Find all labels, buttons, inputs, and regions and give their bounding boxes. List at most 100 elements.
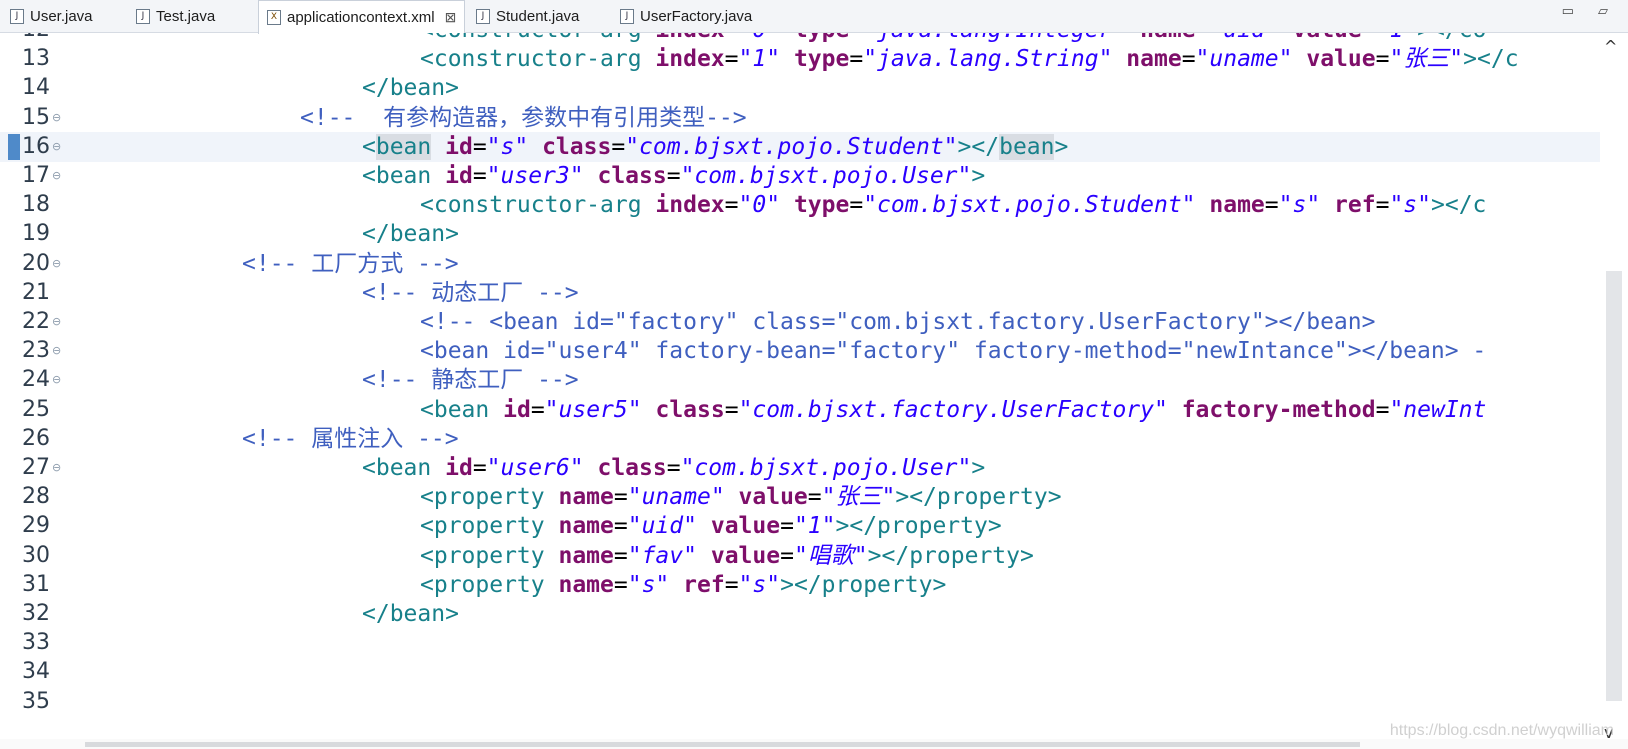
- code-line[interactable]: 15 ⊖ <!-- 有参构造器，参数中有引用类型-->: [0, 103, 1600, 133]
- code-text: <!-- 静态工厂 -->: [362, 367, 579, 394]
- close-icon[interactable]: ⊠: [445, 9, 457, 26]
- line-number: 13: [22, 46, 50, 72]
- line-number: 17: [22, 163, 50, 188]
- code-line[interactable]: 19 </bean>: [0, 219, 1600, 249]
- line-number: 23: [22, 338, 50, 364]
- tab-applicationcontext-xml[interactable]: X applicationcontext.xml ⊠: [258, 0, 466, 34]
- fold-toggle-icon[interactable]: ⊖: [52, 336, 64, 366]
- line-number: 26: [22, 425, 50, 451]
- code-line[interactable]: 35: [0, 687, 1600, 717]
- line-number: 20: [22, 250, 50, 276]
- code-text: </bean>: [362, 75, 459, 102]
- fold-toggle-icon[interactable]: ⊖: [52, 307, 64, 337]
- line-number: 15: [22, 104, 50, 130]
- line-number: 30: [22, 542, 50, 568]
- tab-student-java[interactable]: J Student.java: [476, 0, 579, 32]
- watermark: https://blog.csdn.net/wyqwilliam: [1389, 722, 1614, 739]
- code-line[interactable]: 29 <property name="uid" value="1"></prope…: [0, 511, 1600, 541]
- fold-toggle-icon[interactable]: ⊖: [52, 103, 64, 133]
- code-line[interactable]: 28 <property name="uname" value="张三"></pr…: [0, 482, 1600, 512]
- code-text: <!-- <bean id="factory" class="com.bjsxt…: [420, 309, 1376, 335]
- fold-toggle-icon[interactable]: ⊖: [52, 365, 64, 395]
- code-text: <!-- 动态工厂 -->: [362, 279, 579, 306]
- code-text: <constructor-arg index="0" type="java.la…: [420, 33, 1486, 45]
- java-file-icon: J: [136, 8, 150, 24]
- line-number: 25: [22, 396, 50, 422]
- code-text: <bean id="user4" factory-bean="factory" …: [420, 338, 1487, 365]
- code-text: <property name="s" ref="s"></property>: [420, 571, 947, 598]
- code-text: </bean>: [362, 221, 459, 248]
- code-line[interactable]: 32 </bean>: [0, 599, 1600, 629]
- code-line[interactable]: 16 ⊖ <bean id="s" class="com.bjsxt.pojo.St…: [0, 131, 1600, 162]
- code-text: <bean id="s" class="com.bjsxt.pojo.Stude…: [362, 133, 1069, 160]
- code-text: <!-- 属性注入 -->: [242, 425, 459, 452]
- editor-tab-bar: J User.java J Test.java X applicationcon…: [0, 0, 1628, 34]
- line-number: 29: [22, 513, 50, 539]
- line-number: 32: [22, 601, 50, 626]
- java-file-icon: J: [620, 8, 634, 24]
- line-number: 22: [22, 309, 50, 334]
- code-editor[interactable]: 12 <constructor-arg index="0" type="java.…: [0, 33, 1600, 739]
- code-text: <bean id="user5" class="com.bjsxt.factor…: [420, 396, 1487, 423]
- code-line[interactable]: 22 ⊖ <!-- <bean id="factory" class="com.bj…: [0, 307, 1600, 337]
- code-text: </bean>: [362, 601, 459, 627]
- line-number: 21: [22, 279, 50, 305]
- code-line[interactable]: 33: [0, 628, 1600, 658]
- line-number: 14: [22, 75, 50, 101]
- line-number: 12: [0, 33, 50, 45]
- xml-file-icon: X: [267, 10, 281, 25]
- tab-label: UserFactory.java: [640, 7, 753, 25]
- code-line[interactable]: 12 <constructor-arg index="0" type="java.…: [0, 33, 1600, 45]
- line-number: 35: [22, 688, 50, 714]
- vertical-scrollbar[interactable]: ^ v: [1600, 33, 1628, 742]
- tab-label: Test.java: [156, 7, 216, 25]
- fold-toggle-icon[interactable]: ⊖: [52, 161, 64, 191]
- code-text: <constructor-arg index="0" type="com.bjs…: [420, 192, 1487, 219]
- line-number: 24: [22, 367, 50, 393]
- code-text: <property name="uname" value="张三"></prop…: [420, 484, 1062, 511]
- code-line[interactable]: 21 <!-- 动态工厂 -->: [0, 278, 1600, 308]
- code-line[interactable]: 25 <bean id="user5" class="com.bjsxt.fact…: [0, 395, 1600, 425]
- tab-label: applicationcontext.xml: [287, 9, 435, 26]
- fold-toggle-icon[interactable]: ⊖: [52, 453, 64, 483]
- code-line[interactable]: 23 ⊖ <bean id="user4" factory-bean="factor…: [0, 336, 1600, 366]
- horizontal-scrollbar[interactable]: [0, 739, 1628, 749]
- scroll-up-icon[interactable]: ^: [1604, 37, 1617, 56]
- code-text: <!-- 有参构造器，参数中有引用类型-->: [300, 104, 747, 131]
- code-line[interactable]: 24 ⊖ <!-- 静态工厂 -->: [0, 365, 1600, 395]
- code-line[interactable]: 31 <property name="s" ref="s"></property>: [0, 570, 1600, 600]
- scrollbar-thumb[interactable]: [85, 742, 1360, 747]
- code-text: <constructor-arg index="1" type="java.la…: [420, 46, 1519, 73]
- code-line[interactable]: 27 ⊖ <bean id="user6" class="com.bjsxt.poj…: [0, 453, 1600, 483]
- tab-test-java[interactable]: J Test.java: [136, 0, 215, 32]
- window-buttons[interactable]: ▭ ▱: [1562, 4, 1618, 19]
- code-line[interactable]: 17 ⊖ <bean id="user3" class="com.bjsxt.poj…: [0, 161, 1600, 191]
- tab-userfactory-java[interactable]: J UserFactory.java: [620, 0, 752, 32]
- scrollbar-thumb[interactable]: [1606, 271, 1622, 701]
- java-file-icon: J: [476, 8, 490, 24]
- code-text: <property name="uid" value="1"></propert…: [420, 513, 1002, 540]
- code-line[interactable]: 20 ⊖ <!-- 工厂方式 -->: [0, 249, 1600, 279]
- line-number: 16: [22, 133, 50, 159]
- code-line[interactable]: 34: [0, 657, 1600, 687]
- code-line[interactable]: 14 </bean>: [0, 73, 1600, 103]
- code-text: <bean id="user3" class="com.bjsxt.pojo.U…: [362, 163, 986, 189]
- tab-label: Student.java: [496, 7, 580, 25]
- line-number: 34: [22, 659, 50, 685]
- tab-label: User.java: [30, 7, 93, 25]
- code-line[interactable]: 18 <constructor-arg index="0" type="com.b…: [0, 190, 1600, 220]
- code-text: <property name="fav" value="唱歌"></proper…: [420, 542, 1034, 569]
- line-number: 28: [22, 484, 50, 510]
- fold-toggle-icon[interactable]: ⊖: [52, 249, 64, 279]
- line-number: 19: [22, 221, 50, 247]
- code-line[interactable]: 13 <constructor-arg index="1" type="java.…: [0, 44, 1600, 74]
- line-number: 27: [22, 455, 50, 480]
- java-file-icon: J: [10, 8, 24, 24]
- code-line[interactable]: 26 <!-- 属性注入 -->: [0, 424, 1600, 454]
- code-text: <!-- 工厂方式 -->: [242, 250, 459, 277]
- tab-user-java[interactable]: J User.java: [10, 0, 93, 32]
- code-text: <bean id="user6" class="com.bjsxt.pojo.U…: [362, 455, 986, 481]
- line-number: 33: [22, 630, 50, 656]
- fold-toggle-icon[interactable]: ⊖: [52, 132, 64, 162]
- code-line[interactable]: 30 <property name="fav" value="唱歌"></prop…: [0, 541, 1600, 571]
